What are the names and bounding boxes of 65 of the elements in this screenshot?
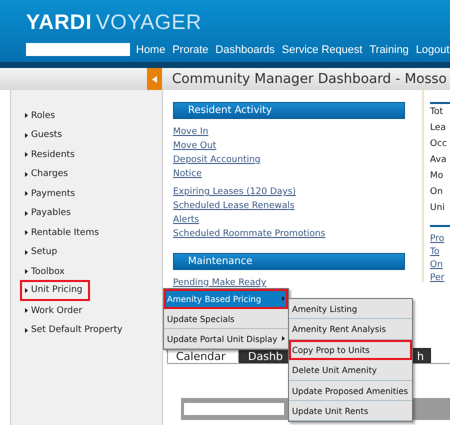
bullet-icon — [25, 308, 28, 314]
menu-item[interactable]: Amenity Rent Analysis — [289, 319, 412, 340]
bullet-icon — [25, 250, 28, 255]
sidebar-item[interactable]: Guests — [11, 126, 62, 145]
bullet-icon — [25, 132, 28, 138]
sidebar-item[interactable]: Payables — [11, 204, 71, 223]
link[interactable]: Move In — [173, 125, 208, 139]
sidebar-item[interactable]: Set Default Property — [11, 320, 122, 340]
bullet-icon — [25, 328, 28, 333]
menu-item[interactable]: Copy Prop to Units — [289, 340, 412, 360]
sidebar-item[interactable]: Charges — [11, 164, 68, 184]
bullet-icon — [25, 269, 28, 274]
stat-label: Mo — [430, 170, 444, 183]
link[interactable]: Deposit Accounting — [173, 153, 261, 167]
sidebar-item[interactable]: Residents — [11, 145, 75, 164]
sidebar-item[interactable]: Unit Pricing — [21, 280, 89, 300]
link[interactable]: Scheduled Roommate Promotions — [173, 227, 326, 241]
link[interactable]: Per — [430, 272, 444, 285]
stat-label: Uni — [430, 202, 446, 215]
nav-link[interactable]: Training — [369, 44, 409, 56]
search-field[interactable] — [26, 43, 130, 56]
link[interactable]: Notice — [173, 167, 202, 181]
page-title: Community Manager Dashboard - Mosso — [171, 70, 447, 89]
link[interactable]: Move Out — [173, 139, 216, 153]
bullet-icon — [25, 230, 28, 236]
stat-label: Occ — [430, 138, 448, 151]
menu-item[interactable]: Delete Unit Amenity — [289, 360, 412, 381]
stat-label: Ava — [430, 154, 448, 167]
section-header: Maintenance — [173, 253, 405, 270]
sidebar-item[interactable]: Work Order — [11, 301, 82, 320]
logo: YARDI VOYAGER — [26, 12, 202, 34]
nav-link[interactable]: Home — [136, 44, 166, 56]
sidebar-item[interactable]: Payments — [11, 184, 76, 204]
nav-link[interactable]: Dashboards — [215, 44, 275, 56]
link[interactable]: To — [430, 246, 440, 259]
sidebar-item[interactable]: Setup — [11, 242, 58, 262]
link[interactable]: Pending Make Ready — [173, 276, 266, 290]
stat-label: Tot — [430, 106, 444, 119]
bullet-icon — [25, 191, 28, 196]
section-header: Resident Activity — [173, 102, 405, 119]
bullet-icon — [25, 288, 28, 293]
stat-label: On — [430, 186, 444, 199]
nav-link[interactable]: Prorate — [172, 44, 208, 56]
bullet-icon — [25, 152, 28, 158]
menu-item[interactable]: Amenity Based Pricing — [164, 289, 288, 309]
bullet-icon — [25, 113, 28, 118]
date-field[interactable] — [184, 403, 284, 415]
stat-label: Lea — [430, 122, 447, 135]
collapse-button[interactable] — [147, 68, 162, 90]
menu-item[interactable]: Update Proposed Amenities — [289, 380, 412, 401]
sidebar-item[interactable]: Toolbox — [11, 262, 65, 282]
link[interactable]: Scheduled Lease Renewals — [173, 199, 295, 213]
link[interactable]: On — [430, 259, 443, 272]
nav-link[interactable]: Service Request — [282, 44, 362, 56]
nav-link[interactable]: Logout — [416, 44, 450, 56]
bullet-icon — [25, 210, 28, 216]
bullet-icon — [25, 172, 28, 177]
link[interactable]: Expiring Leases (120 Days) — [173, 185, 296, 199]
sidebar-item[interactable]: Rentable Items — [11, 223, 99, 242]
link[interactable]: Alerts — [173, 213, 200, 227]
sidebar-item[interactable]: Roles — [11, 106, 56, 126]
menu-item[interactable]: Amenity Listing — [289, 299, 412, 320]
caret-icon — [152, 76, 157, 82]
link[interactable]: Pro — [430, 233, 444, 246]
menu-item[interactable]: Update Unit Rents — [289, 400, 412, 422]
